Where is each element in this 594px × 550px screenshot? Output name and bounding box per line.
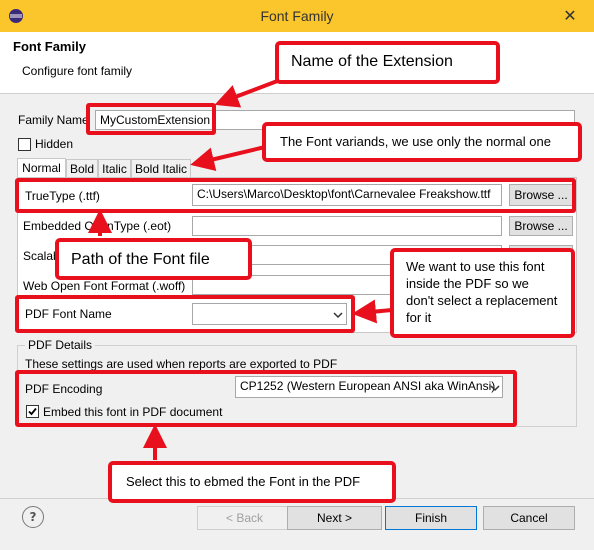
callout-embed-pdf: Select this to ebmed the Font in the PDF <box>108 461 396 503</box>
callout-name-extension: Name of the Extension <box>275 41 500 84</box>
callout-font-variants: The Font variands, we use only the norma… <box>262 122 582 162</box>
callout-font-path: Path of the Font file <box>55 238 252 280</box>
callout-pdf-inside: We want to use this font inside the PDF … <box>390 248 575 338</box>
